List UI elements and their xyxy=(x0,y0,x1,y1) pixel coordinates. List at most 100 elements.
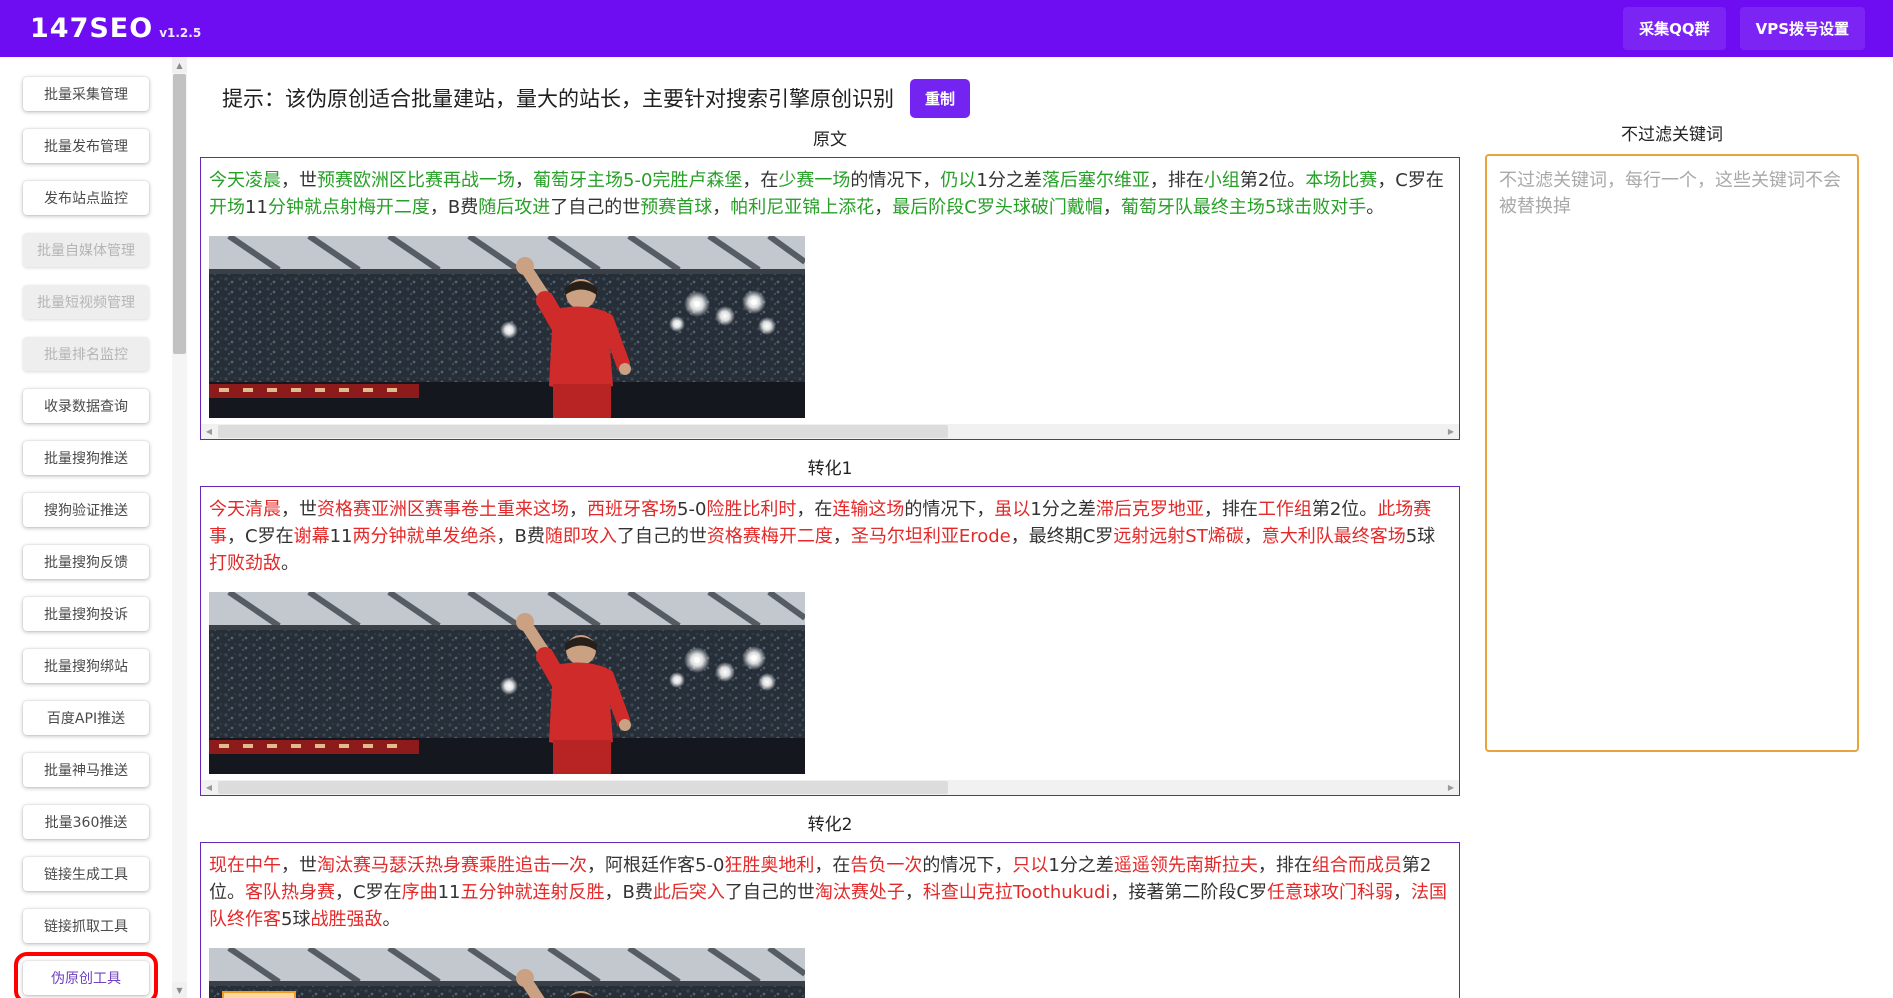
sidebar-item-batch-short-video-manage[interactable]: 批量短视频管理 xyxy=(23,285,149,319)
sidebar-item-batch-collect-manage[interactable]: 批量采集管理 xyxy=(23,77,149,111)
plain-run: ，排在 xyxy=(1204,499,1258,520)
plain-run: ，在 xyxy=(742,170,778,191)
sidebar-item-batch-self-media-manage[interactable]: 批量自媒体管理 xyxy=(23,233,149,267)
sidebar-item-batch-shenma-push[interactable]: 批量神马推送 xyxy=(23,753,149,787)
plain-run: 11 xyxy=(245,197,268,218)
scroll-left-arrow[interactable]: ◀ xyxy=(201,424,217,439)
scroll-right-arrow[interactable]: ▶ xyxy=(1443,780,1459,795)
brand-logo: 147SEO xyxy=(30,13,153,44)
highlighted-run: 狂胜奥地利 xyxy=(724,855,814,876)
highlighted-run: 组合而成员 xyxy=(1312,855,1402,876)
sidebar: 批量采集管理 批量发布管理 发布站点监控 批量自媒体管理 批量短视频管理 批量排… xyxy=(0,57,172,998)
highlighted-run: 资格赛亚洲区赛事卷土重来这场 xyxy=(317,499,569,520)
highlighted-run: 连输这场 xyxy=(832,499,904,520)
keyword-filter-panel: 不过滤关键词 xyxy=(1485,120,1859,756)
plain-run: 5-0 xyxy=(677,499,706,520)
qq-group-link[interactable]: 采集QQ群 xyxy=(1623,7,1726,50)
scroll-down-arrow[interactable]: ▼ xyxy=(172,982,187,998)
sidebar-item-link-grab-tool[interactable]: 链接抓取工具 xyxy=(23,909,149,943)
plain-run: ，最终期C罗 xyxy=(1011,526,1114,547)
plain-run: 了自己的世 xyxy=(617,526,707,547)
sidebar-item-baidu-api-push[interactable]: 百度API推送 xyxy=(23,701,149,735)
scrollbar-thumb[interactable] xyxy=(173,74,186,354)
plain-run: ，B费 xyxy=(430,197,478,218)
plain-run: ， xyxy=(1244,526,1262,547)
highlighted-run: 随后攻进 xyxy=(478,197,550,218)
scrollbar-thumb[interactable] xyxy=(218,425,948,438)
article-image xyxy=(209,592,805,774)
scroll-right-arrow[interactable]: ▶ xyxy=(1443,424,1459,439)
app-header: 147SEO v1.2.5 采集QQ群 VPS拨号设置 xyxy=(0,0,1893,57)
highlighted-run: 本场比赛 xyxy=(1305,170,1377,191)
horizontal-scrollbar[interactable]: ◀ ▶ xyxy=(201,780,1459,795)
highlighted-run: 预赛欧洲区比赛再战一场 xyxy=(317,170,515,191)
highlighted-run: 落后塞尔维亚 xyxy=(1042,170,1150,191)
keyword-filter-textarea[interactable] xyxy=(1485,154,1859,752)
sidebar-item-batch-360-push[interactable]: 批量360推送 xyxy=(23,805,149,839)
plain-run: 。 xyxy=(281,553,299,574)
article-image xyxy=(209,948,805,998)
plain-run: ， xyxy=(874,197,892,218)
plain-run: 第2位。 xyxy=(1312,499,1377,520)
sidebar-item-label: 批量搜狗投诉 xyxy=(44,604,128,624)
sidebar-item-sogou-verify-push[interactable]: 搜狗验证推送 xyxy=(23,493,149,527)
plain-run: ，C罗在 xyxy=(335,882,402,903)
sidebar-item-label: 伪原创工具 xyxy=(51,968,121,988)
panel-content[interactable]: 今天清晨，世资格赛亚洲区赛事卷土重来这场，西班牙客场5-0险胜比利时，在连输这场… xyxy=(200,486,1460,796)
plain-run: ， xyxy=(905,882,923,903)
highlighted-run: 葡萄牙队最终主场5球击败对手 xyxy=(1121,197,1366,218)
sidebar-item-label: 批量360推送 xyxy=(45,812,128,832)
panel-content[interactable]: 现在中午，世淘汰赛马瑟沃热身赛乘胜追击一次，阿根廷作客5-0狂胜奥地利，在告负一… xyxy=(200,842,1460,998)
sidebar-item-label: 批量自媒体管理 xyxy=(37,240,135,260)
remake-button[interactable]: 重制 xyxy=(910,79,970,118)
sidebar-item-batch-sogou-bind-site[interactable]: 批量搜狗绑站 xyxy=(23,649,149,683)
sidebar-item-index-data-query[interactable]: 收录数据查询 xyxy=(23,389,149,423)
article-image xyxy=(209,236,805,418)
plain-run: 1分之差 xyxy=(1030,499,1095,520)
highlighted-run: 序曲 xyxy=(402,882,438,903)
panels: 原文 今天凌晨，世预赛欧洲区比赛再战一场，葡萄牙主场5-0完胜卢森堡，在少赛一场… xyxy=(187,125,1465,998)
highlighted-run: 现在中午 xyxy=(209,855,281,876)
plain-run: 。 xyxy=(382,909,400,930)
plain-run: ，接著第二阶段C罗 xyxy=(1110,882,1267,903)
sidebar-item-label: 批量神马推送 xyxy=(44,760,128,780)
plain-run: ，在 xyxy=(814,855,850,876)
plain-run: ， xyxy=(515,170,533,191)
plain-run: ，排在 xyxy=(1150,170,1204,191)
version-label: v1.2.5 xyxy=(159,18,201,40)
sidebar-item-publish-site-monitor[interactable]: 发布站点监控 xyxy=(23,181,149,215)
scroll-up-arrow[interactable]: ▲ xyxy=(172,57,187,73)
plain-run: ，世 xyxy=(281,855,317,876)
sidebar-item-label: 批量搜狗推送 xyxy=(44,448,128,468)
highlighted-run: 告负一次 xyxy=(850,855,922,876)
highlighted-run: 只以 xyxy=(1012,855,1048,876)
plain-run: 了自己的世 xyxy=(550,197,640,218)
plain-run: 5球 xyxy=(1406,526,1435,547)
sidebar-item-label: 批量排名监控 xyxy=(44,344,128,364)
plain-run: ，在 xyxy=(796,499,832,520)
scrollbar-thumb[interactable] xyxy=(218,781,948,794)
panel-content[interactable]: 今天凌晨，世预赛欧洲区比赛再战一场，葡萄牙主场5-0完胜卢森堡，在少赛一场的情况… xyxy=(200,157,1460,440)
plain-run: ， xyxy=(1393,882,1411,903)
page-vertical-scrollbar[interactable]: ▲ ▼ xyxy=(172,57,187,998)
sidebar-item-batch-sogou-complaint[interactable]: 批量搜狗投诉 xyxy=(23,597,149,631)
plain-run: 11 xyxy=(330,526,353,547)
keyword-panel-title: 不过滤关键词 xyxy=(1485,120,1859,145)
panel-transform-2: 转化2 现在中午，世淘汰赛马瑟沃热身赛乘胜追击一次，阿根廷作客5-0狂胜奥地利，… xyxy=(200,810,1460,998)
article-text: 现在中午，世淘汰赛马瑟沃热身赛乘胜追击一次，阿根廷作客5-0狂胜奥地利，在告负一… xyxy=(209,852,1451,933)
sidebar-item-label: 发布站点监控 xyxy=(44,188,128,208)
sidebar-item-batch-sogou-feedback[interactable]: 批量搜狗反馈 xyxy=(23,545,149,579)
sidebar-item-link-generate-tool[interactable]: 链接生成工具 xyxy=(23,857,149,891)
sidebar-item-pseudo-original-tool[interactable]: 伪原创工具 xyxy=(23,961,149,995)
horizontal-scrollbar[interactable]: ◀ ▶ xyxy=(201,424,1459,439)
sidebar-item-batch-publish-manage[interactable]: 批量发布管理 xyxy=(23,129,149,163)
scroll-left-arrow[interactable]: ◀ xyxy=(201,780,217,795)
sidebar-item-batch-ranking-monitor[interactable]: 批量排名监控 xyxy=(23,337,149,371)
panel-title: 转化2 xyxy=(200,810,1460,835)
vps-dial-settings-link[interactable]: VPS拨号设置 xyxy=(1740,7,1865,50)
sidebar-item-label: 批量发布管理 xyxy=(44,136,128,156)
sidebar-item-batch-sogou-push[interactable]: 批量搜狗推送 xyxy=(23,441,149,475)
sidebar-item-label: 批量搜狗绑站 xyxy=(44,656,128,676)
hint-text: 提示：该伪原创适合批量建站，量大的站长，主要针对搜索引擎原创识别 xyxy=(222,83,894,113)
sidebar-item-label: 搜狗验证推送 xyxy=(44,500,128,520)
